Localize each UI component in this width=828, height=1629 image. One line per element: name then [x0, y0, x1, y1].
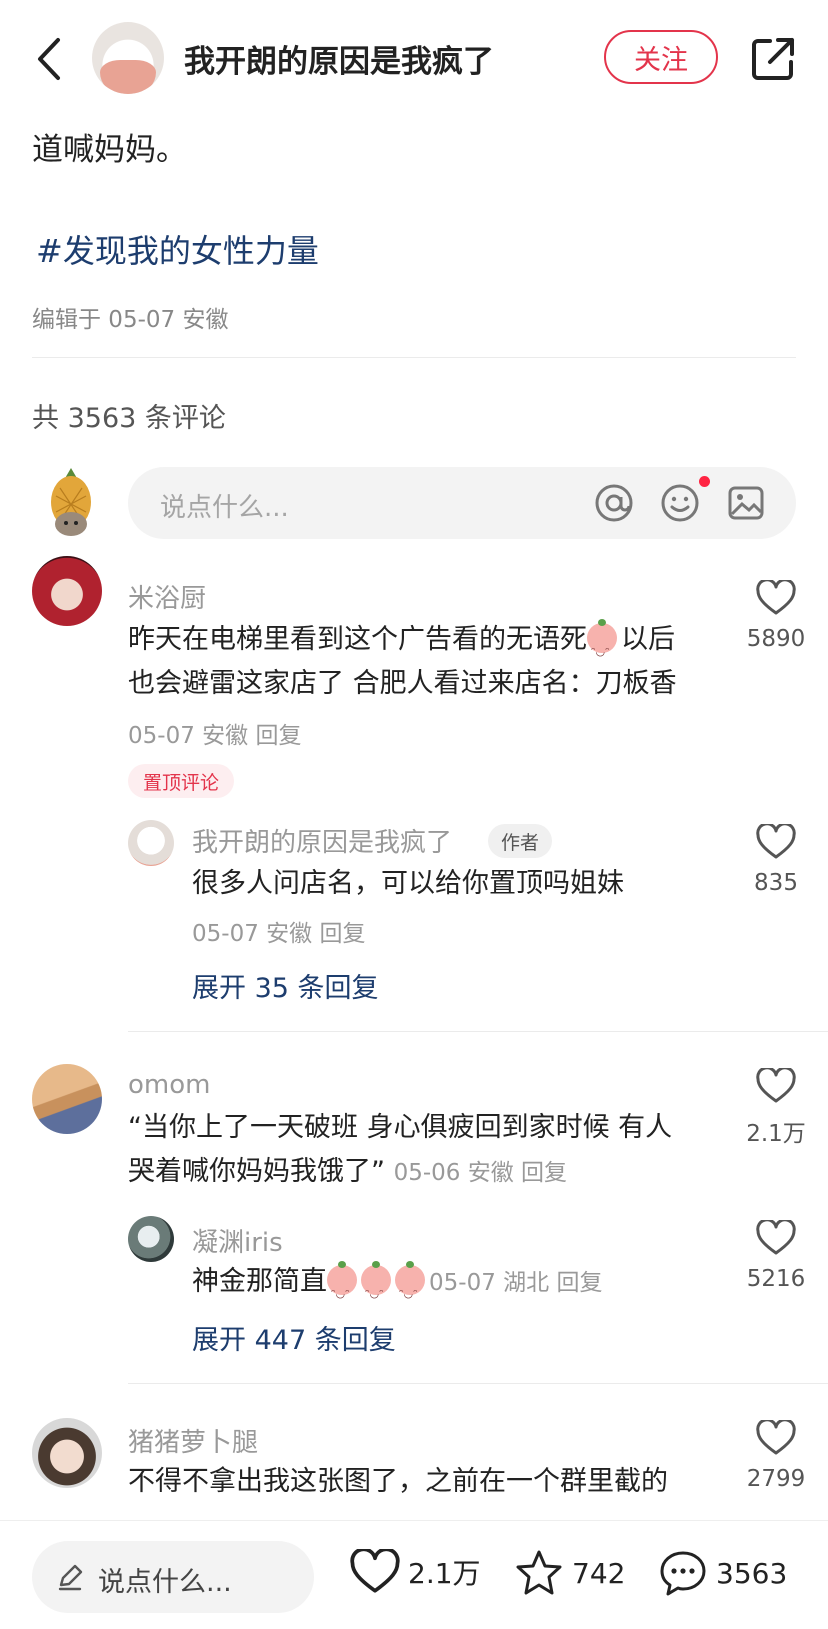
heart-icon[interactable]	[756, 824, 796, 860]
peach-emoji-icon	[361, 1261, 391, 1316]
reply-meta[interactable]: 05-07 安徽 回复	[192, 914, 365, 948]
reply-name[interactable]: 我开朗的原因是我疯了	[192, 822, 452, 859]
like-count: 5890	[746, 626, 806, 652]
expand-replies[interactable]: 展开 447 条回复	[192, 1318, 396, 1357]
heart-icon[interactable]	[756, 1420, 796, 1456]
commenter-name[interactable]: 米浴厨	[128, 578, 206, 615]
bottom-comment-input[interactable]: 说点什么...	[32, 1541, 314, 1613]
notification-dot	[699, 476, 710, 487]
peach-emoji-icon	[587, 619, 617, 674]
follow-button[interactable]: 关注	[604, 30, 718, 84]
like-count: 5216	[746, 1266, 806, 1292]
favorite-button[interactable]: 742	[514, 1549, 625, 1597]
comment-meta[interactable]: 05-07 安徽 回复	[128, 716, 301, 750]
post-text: 道喊妈妈。	[32, 132, 187, 168]
heart-icon[interactable]	[756, 580, 796, 616]
image-icon[interactable]	[726, 483, 766, 523]
comment-total: 3563	[716, 1556, 788, 1590]
topic-tag[interactable]: #发现我的女性力量	[36, 226, 319, 272]
bottom-input-placeholder: 说点什么...	[98, 1567, 232, 1598]
comment-input[interactable]: 说点什么...	[128, 467, 796, 539]
comment-text-line: 也会避雷这家店了 合肥人看过来店名：刀板香	[128, 668, 677, 699]
reply-avatar[interactable]	[128, 1216, 174, 1262]
reply-text: 很多人问店名，可以给你置顶吗姐妹	[192, 868, 624, 899]
author-avatar[interactable]	[92, 22, 164, 94]
reply-avatar[interactable]	[128, 820, 174, 866]
comment-text-line: “当你上了一天破班 身心俱疲回到家时候 有人	[128, 1112, 673, 1143]
like-count: 2.1万	[746, 1121, 806, 1147]
like-count: 2799	[746, 1466, 806, 1492]
share-icon[interactable]	[750, 36, 796, 82]
expand-replies[interactable]: 展开 35 条回复	[192, 966, 379, 1005]
emoji-icon[interactable]	[660, 483, 700, 523]
comment-text-line: 不得不拿出我这张图了，之前在一个群里截的	[128, 1466, 668, 1497]
author-badge: 作者	[488, 824, 552, 858]
like-button[interactable]: 2.1万	[350, 1549, 481, 1595]
comment-input-placeholder: 说点什么...	[160, 493, 289, 523]
heart-icon	[350, 1549, 400, 1593]
reply-meta[interactable]: 05-07 湖北 回复	[429, 1270, 602, 1296]
comment-text-line: 哭着喊你妈妈我饿了” 05-06 安徽 回复	[128, 1156, 568, 1187]
commenter-avatar[interactable]	[32, 1064, 102, 1134]
favorite-total: 742	[572, 1556, 626, 1590]
chat-bubble-icon	[660, 1551, 706, 1596]
like-total: 2.1万	[408, 1557, 481, 1590]
star-icon	[516, 1550, 562, 1595]
pinned-badge: 置顶评论	[128, 764, 234, 798]
at-icon[interactable]	[594, 483, 634, 523]
bottom-bar: 说点什么... 2.1万 742 3563	[0, 1520, 828, 1629]
commenter-avatar[interactable]	[32, 556, 102, 626]
reply-text: 神金那简直05-07 湖北 回复	[192, 1260, 602, 1316]
commenter-avatar[interactable]	[32, 1418, 102, 1488]
reply-name[interactable]: 凝渊iris	[192, 1222, 283, 1259]
peach-emoji-icon	[395, 1261, 425, 1316]
commenter-name[interactable]: omom	[128, 1070, 210, 1100]
comment-text-line: 昨天在电梯里看到这个广告看的无语死以后	[128, 618, 675, 674]
author-name[interactable]: 我开朗的原因是我疯了	[184, 36, 494, 81]
peach-emoji-icon	[327, 1261, 357, 1316]
comment-count: 共 3563 条评论	[32, 403, 226, 434]
comment-meta[interactable]: 05-06 安徽 回复	[394, 1160, 567, 1186]
divider	[128, 1031, 828, 1032]
divider	[32, 357, 796, 358]
back-chevron-icon[interactable]	[30, 34, 70, 84]
divider	[128, 1383, 828, 1384]
heart-icon[interactable]	[756, 1220, 796, 1256]
heart-icon[interactable]	[756, 1068, 796, 1104]
comment-button[interactable]: 3563	[658, 1549, 787, 1597]
like-count: 835	[754, 870, 798, 896]
commenter-name[interactable]: 猪猪萝卜腿	[128, 1422, 258, 1459]
my-avatar[interactable]	[46, 466, 96, 540]
edited-info: 编辑于 05-07 安徽	[32, 307, 229, 333]
pencil-icon	[58, 1564, 83, 1591]
